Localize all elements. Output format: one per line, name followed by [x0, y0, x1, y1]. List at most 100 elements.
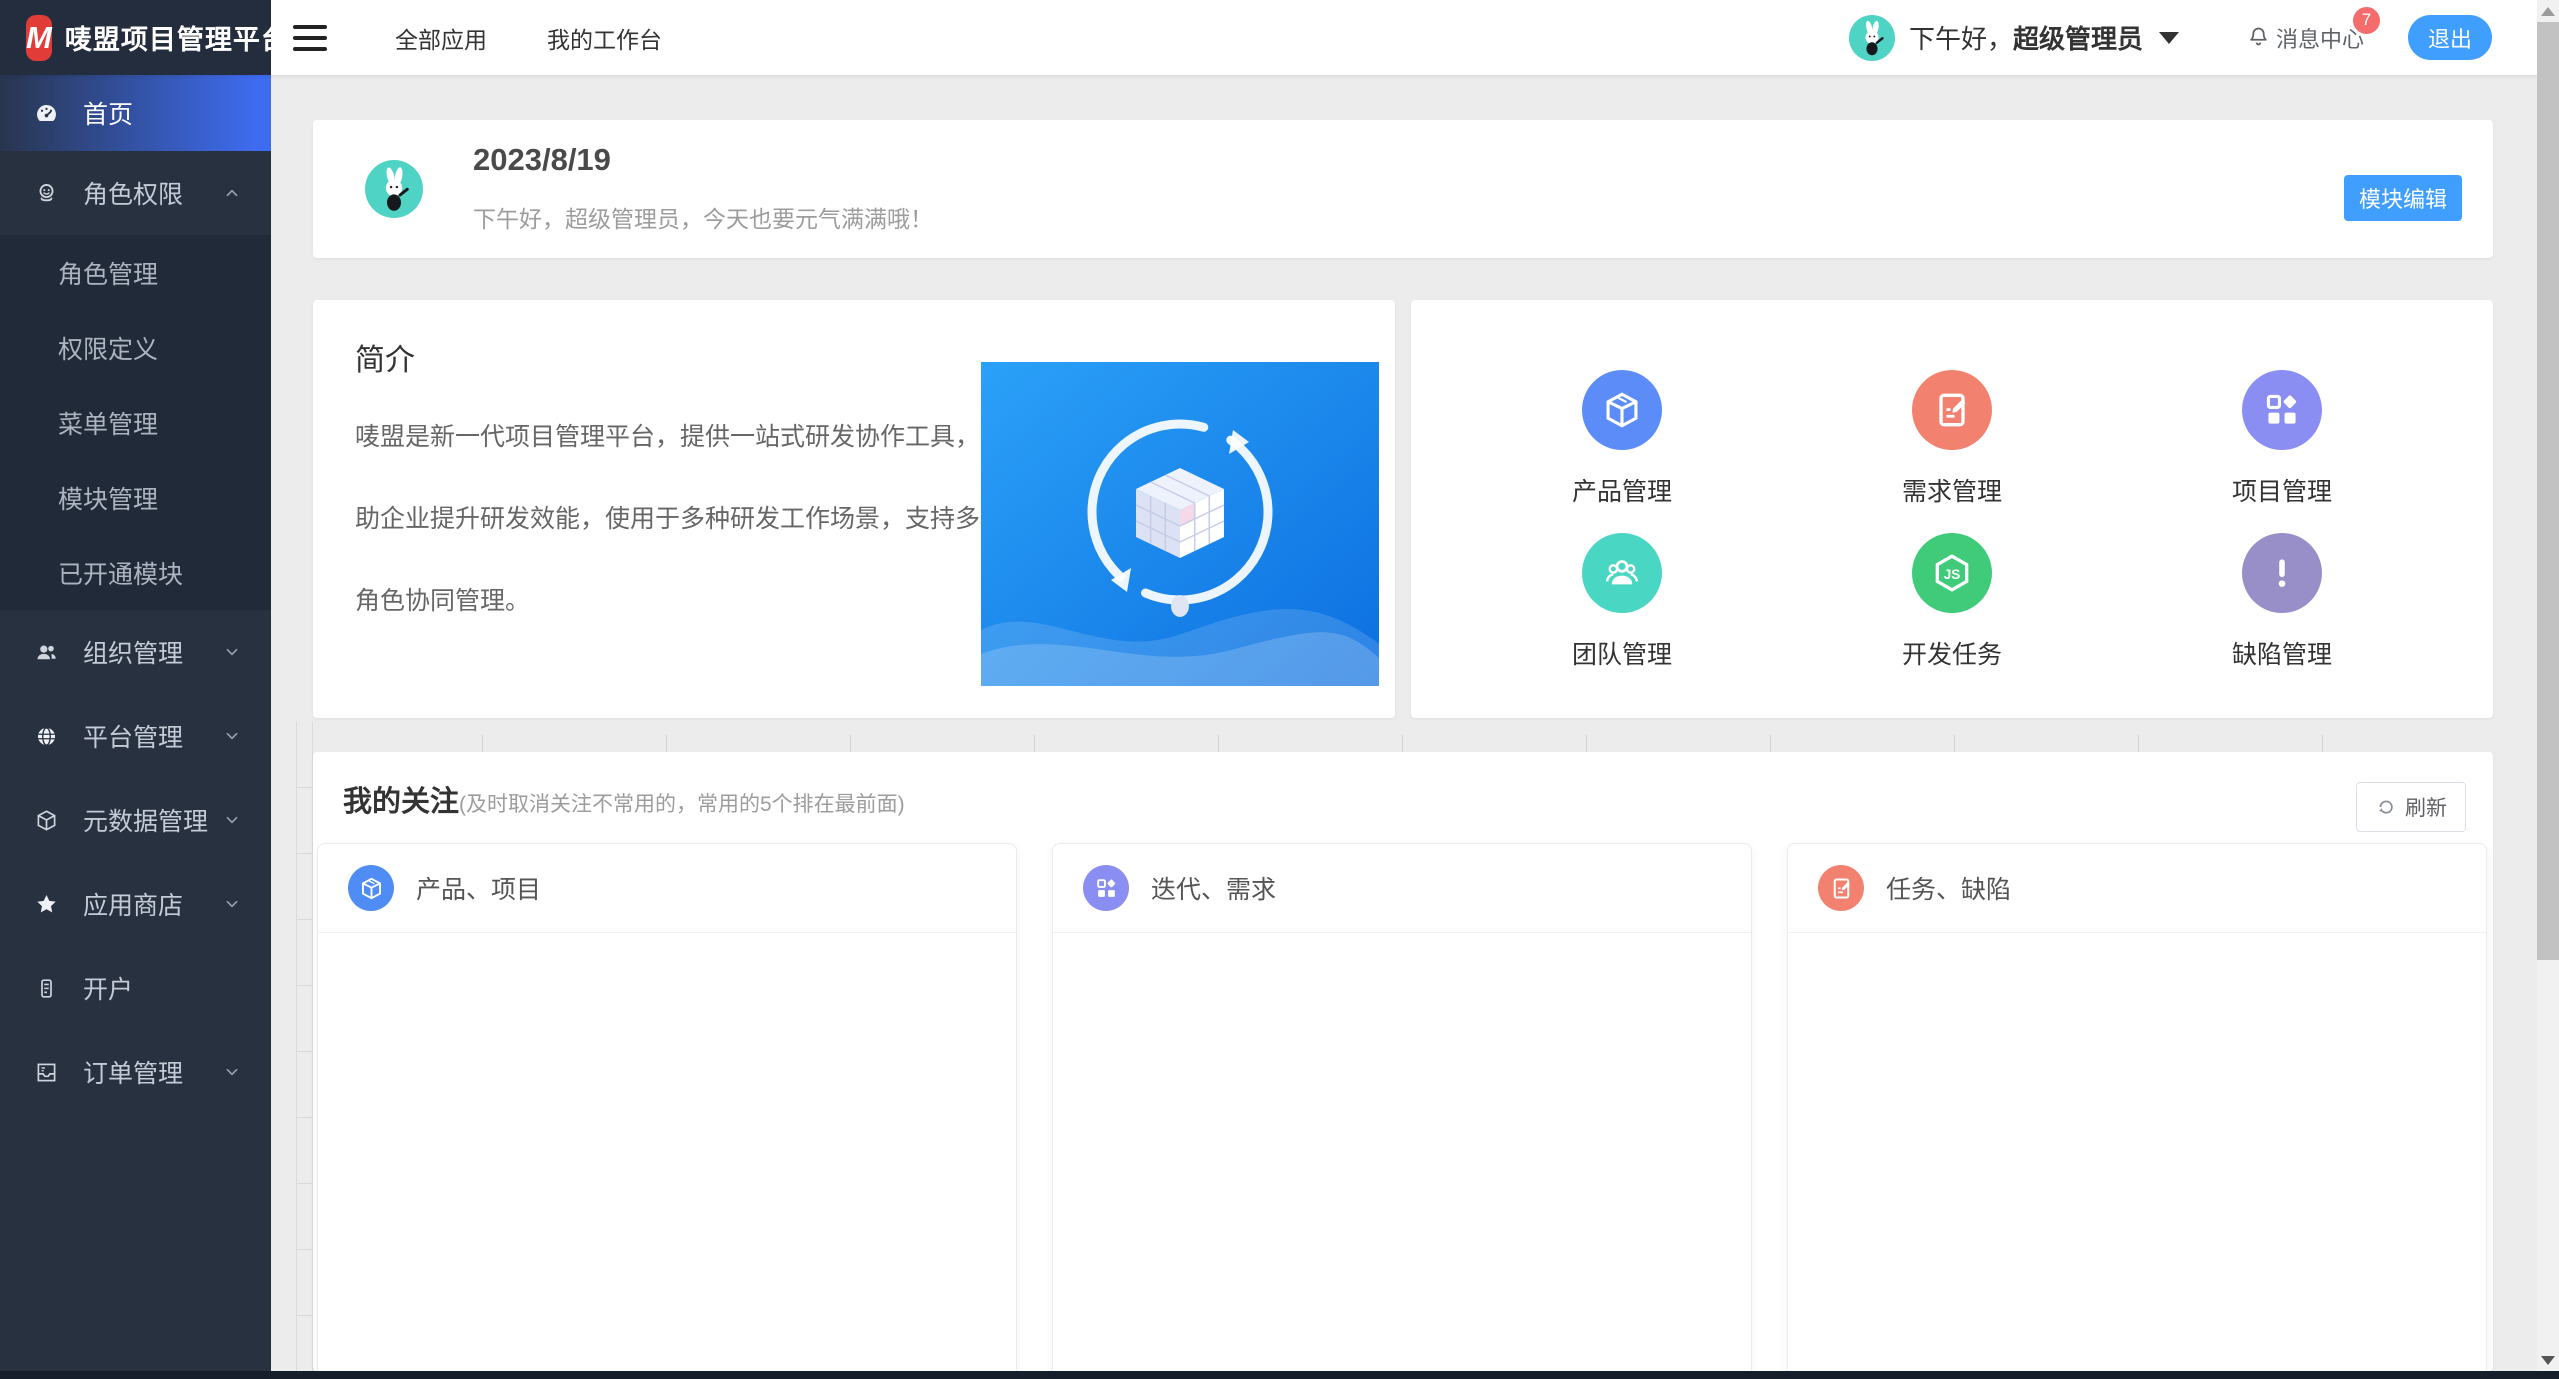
sidebar-item-label: 首页 [83, 95, 133, 131]
module-edit-button[interactable]: 模块编辑 [2344, 175, 2462, 221]
user-menu-caret-icon[interactable] [2159, 32, 2179, 44]
star-icon [33, 891, 60, 918]
user-avatar[interactable] [1849, 15, 1895, 61]
sidebar-subitem-opened-modules[interactable]: 已开通模块 [0, 535, 271, 610]
sidebar-item-label: 元数据管理 [83, 802, 208, 838]
follow-card-title: 任务、缺陷 [1886, 870, 2011, 906]
current-username: 超级管理员 [2013, 24, 2143, 54]
follow-section: 我的关注 (及时取消关注不常用的，常用的5个排在最前面) 刷新 产品、项目 迭代… [313, 752, 2493, 1371]
module-label: 团队管理 [1512, 635, 1732, 671]
sidebar-subitem-menu-management[interactable]: 菜单管理 [0, 385, 271, 460]
sidebar-subitem-module-management[interactable]: 模块管理 [0, 460, 271, 535]
intro-card: 简介 唛盟是新一代项目管理平台，提供一站式研发协作工具，帮助企业提升研发效能，使… [313, 300, 1395, 718]
module-item-defect[interactable]: 缺陷管理 [2172, 533, 2392, 671]
vertical-scrollbar[interactable] [2537, 0, 2559, 1371]
module-item-team[interactable]: 团队管理 [1512, 533, 1732, 671]
sidebar-item-organization[interactable]: 组织管理 [0, 610, 271, 694]
follow-card-header: 任务、缺陷 [1788, 844, 2486, 933]
rabbit-avatar-icon [1849, 15, 1895, 61]
chevron-down-icon [221, 725, 243, 747]
users-icon [33, 639, 60, 666]
logout-button[interactable]: 退出 [2408, 15, 2492, 60]
scroll-up-button[interactable] [2537, 0, 2559, 22]
chevron-up-icon [221, 182, 243, 204]
sidebar-item-role-permission[interactable]: 角色权限 [0, 151, 271, 235]
sidebar-subitem-permission-definition[interactable]: 权限定义 [0, 310, 271, 385]
scrollbar-thumb[interactable] [2537, 22, 2559, 960]
follow-card-task-defect: 任务、缺陷 [1787, 843, 2487, 1371]
follow-title: 我的关注 [343, 778, 459, 820]
greeting-prefix: 下午好， [1909, 24, 2013, 54]
sidebar-item-order[interactable]: 订单管理 [0, 1030, 271, 1114]
logo-area: M 唛盟项目管理平台 [0, 0, 271, 75]
sidebar-subitem-label: 角色管理 [58, 255, 158, 291]
module-item-product[interactable]: 产品管理 [1512, 370, 1732, 508]
order-icon [33, 1059, 60, 1086]
module-label: 项目管理 [2172, 472, 2392, 508]
follow-card-header: 迭代、需求 [1053, 844, 1751, 933]
sidebar-item-label: 平台管理 [83, 718, 183, 754]
sidebar-item-label: 组织管理 [83, 634, 183, 670]
doc-edit-icon [1818, 865, 1864, 911]
refresh-label: 刷新 [2405, 792, 2447, 822]
header: M 唛盟项目管理平台 全部应用 我的工作台 下午好，超级管理员 [0, 0, 2537, 75]
cube-cycle-illustration [981, 362, 1379, 686]
sidebar-item-app-store[interactable]: 应用商店 [0, 862, 271, 946]
follow-card-product-project: 产品、项目 [317, 843, 1017, 1371]
team-icon [1582, 533, 1662, 613]
module-item-project[interactable]: 项目管理 [2172, 370, 2392, 508]
chevron-down-icon [221, 641, 243, 663]
svg-text:JS: JS [1944, 567, 1961, 582]
dashboard-icon [33, 100, 60, 127]
welcome-avatar [365, 160, 423, 218]
arrow-up-icon [2541, 7, 2555, 16]
module-label: 产品管理 [1512, 472, 1732, 508]
scroll-down-button[interactable] [2537, 1349, 2559, 1371]
sidebar-submenu-role-permission: 角色管理权限定义菜单管理模块管理已开通模块 [0, 235, 271, 610]
top-nav-item-0[interactable]: 全部应用 [395, 21, 487, 55]
intro-title: 简介 [355, 335, 415, 379]
intro-text: 唛盟是新一代项目管理平台，提供一站式研发协作工具，帮助企业提升研发效能，使用于多… [355, 396, 1015, 642]
module-label: 缺陷管理 [2172, 635, 2392, 671]
sidebar-subitem-role-management[interactable]: 角色管理 [0, 235, 271, 310]
hamburger-menu-icon[interactable] [287, 19, 333, 57]
follow-card-title: 迭代、需求 [1151, 870, 1276, 906]
background-grid-ticks [482, 735, 2493, 752]
modules-card: 产品管理 需求管理 项目管理 团队管理 JS开发任务 缺陷管理 [1411, 300, 2493, 718]
chevron-down-icon [221, 809, 243, 831]
screen: M 唛盟项目管理平台 全部应用 我的工作台 下午好，超级管理员 [0, 0, 2559, 1379]
product-cube-icon [1582, 370, 1662, 450]
intro-illustration [981, 362, 1379, 686]
chevron-down-icon [221, 1061, 243, 1083]
sidebar-menu: 首页 角色权限 角色管理权限定义菜单管理模块管理已开通模块 组织管理 平台管理 … [0, 75, 271, 1114]
user-greeting[interactable]: 下午好，超级管理员 [1909, 19, 2143, 56]
sidebar: 首页 角色权限 角色管理权限定义菜单管理模块管理已开通模块 组织管理 平台管理 … [0, 75, 271, 1371]
follow-subtitle: (及时取消关注不常用的，常用的5个排在最前面) [459, 788, 905, 818]
sidebar-item-label: 订单管理 [83, 1054, 183, 1090]
sidebar-item-home[interactable]: 首页 [0, 75, 271, 151]
header-right: 下午好，超级管理员 消息中心 7 退出 [1849, 15, 2537, 61]
sidebar-item-platform[interactable]: 平台管理 [0, 694, 271, 778]
sidebar-subitem-label: 已开通模块 [58, 555, 183, 591]
js-icon: JS [1912, 533, 1992, 613]
module-label: 需求管理 [1842, 472, 2062, 508]
sidebar-item-metadata[interactable]: 元数据管理 [0, 778, 271, 862]
message-center-label: 消息中心 [2276, 22, 2364, 54]
sidebar-subitem-label: 权限定义 [58, 330, 158, 366]
blocks-icon [2242, 370, 2322, 450]
cube-icon [33, 807, 60, 834]
follow-header: 我的关注 (及时取消关注不常用的，常用的5个排在最前面) [343, 778, 905, 820]
welcome-date: 2023/8/19 [473, 142, 611, 178]
message-center[interactable]: 消息中心 7 [2245, 22, 2364, 54]
follow-card-iteration-requirement: 迭代、需求 [1052, 843, 1752, 1371]
background-grid-strip [296, 722, 313, 1371]
sidebar-item-open-account[interactable]: 开户 [0, 946, 271, 1030]
module-item-requirement[interactable]: 需求管理 [1842, 370, 2062, 508]
message-count-badge: 7 [2353, 7, 2380, 34]
sidebar-item-label: 角色权限 [83, 175, 183, 211]
robot-icon [33, 180, 60, 207]
chevron-down-icon [221, 893, 243, 915]
refresh-button[interactable]: 刷新 [2356, 782, 2466, 832]
top-nav-item-1[interactable]: 我的工作台 [547, 21, 662, 55]
module-item-dev-task[interactable]: JS开发任务 [1842, 533, 2062, 671]
